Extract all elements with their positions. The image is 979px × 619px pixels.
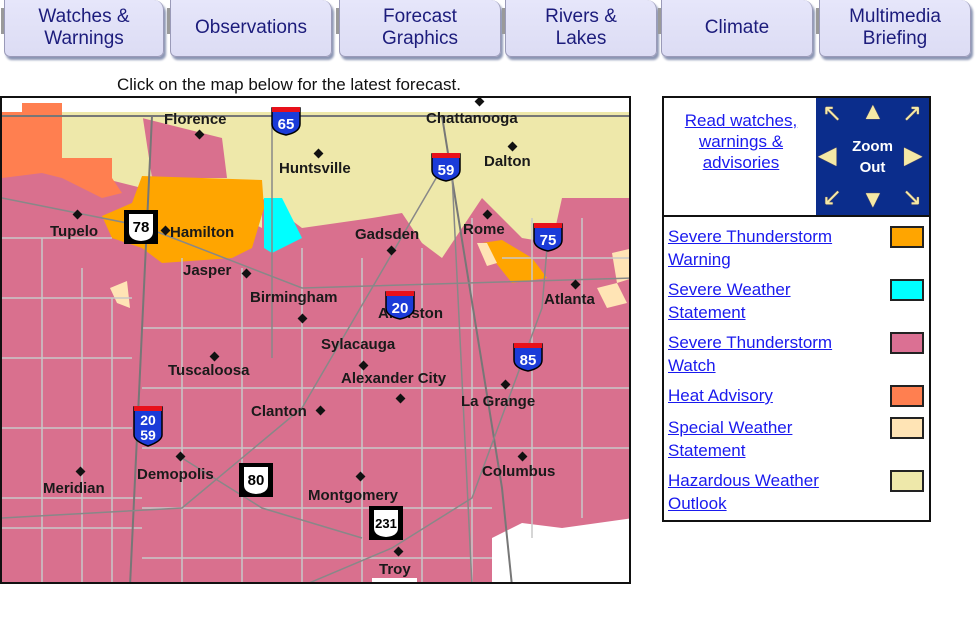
legend-link-severe-thunderstorm-warning[interactable]: Severe Thunderstorm Warning — [668, 227, 832, 269]
region-special-statement-atlanta — [597, 283, 627, 308]
city-la-grange[interactable]: La Grange — [461, 393, 535, 410]
city-atlanta[interactable]: Atlanta — [544, 291, 595, 308]
legend-item[interactable]: Severe Thunderstorm Watch — [668, 331, 868, 377]
pan-north-icon[interactable]: ▲ — [861, 100, 885, 124]
legend-item[interactable]: Special Weather Statement — [668, 416, 868, 462]
svg-text:59: 59 — [140, 427, 156, 443]
zoom-out-button[interactable]: Zoom Out — [816, 136, 929, 178]
region-special-statement-west — [110, 281, 130, 308]
city-florence[interactable]: Florence — [164, 111, 227, 128]
legend-item[interactable]: Severe Weather Statement — [668, 278, 868, 324]
city-tuscaloosa[interactable]: Tuscaloosa — [168, 362, 249, 379]
legend-swatch-moccasin — [890, 417, 924, 439]
legend-link-severe-thunderstorm-watch[interactable]: Severe Thunderstorm Watch — [668, 333, 832, 375]
region-none-south — [372, 578, 417, 582]
legend-link-special-weather-statement[interactable]: Special Weather Statement — [668, 418, 792, 460]
city-birmingham[interactable]: Birmingham — [250, 289, 338, 306]
map-instruction: Click on the map below for the latest fo… — [117, 75, 461, 94]
legend-link-heat-advisory[interactable]: Heat Advisory — [668, 386, 773, 405]
tab-watches-warnings[interactable]: Watches & Warnings — [1, 0, 164, 57]
city-demopolis[interactable]: Demopolis — [137, 466, 214, 483]
city-chattanooga[interactable]: Chattanooga — [426, 110, 518, 127]
city-tupelo[interactable]: Tupelo — [50, 223, 98, 240]
pan-southwest-icon[interactable]: ↙ — [822, 186, 842, 210]
legend-swatch-coral — [890, 385, 924, 407]
city-jasper[interactable]: Jasper — [183, 262, 231, 279]
city-hamilton[interactable]: Hamilton — [170, 224, 234, 241]
svg-text:75: 75 — [540, 232, 557, 249]
legend-link-hazardous-weather-outlook[interactable]: Hazardous Weather Outlook — [668, 471, 819, 513]
svg-text:65: 65 — [278, 116, 295, 133]
legend-panel: Read watches, warnings & advisories ↖ ▲ … — [662, 96, 931, 522]
read-watches-cell: Read watches, warnings & advisories — [666, 100, 816, 216]
legend-swatch-cyan — [890, 279, 924, 301]
city-troy[interactable]: Troy — [379, 561, 411, 578]
legend-swatch-pink — [890, 332, 924, 354]
read-watches-link[interactable]: Read watches, warnings & advisories — [685, 111, 797, 172]
svg-text:59: 59 — [438, 162, 455, 179]
svg-text:80: 80 — [248, 472, 265, 489]
nav-tabs: Watches & Warnings Observations Forecast… — [0, 0, 979, 62]
region-none — [2, 98, 629, 112]
legend-swatch-khaki — [890, 470, 924, 492]
city-huntsville[interactable]: Huntsville — [279, 160, 351, 177]
forecast-map[interactable]: Florence Huntsville Chattanooga Dalton T… — [0, 96, 631, 584]
panel-divider — [664, 215, 929, 217]
tab-rivers-lakes[interactable]: Rivers & Lakes — [502, 0, 657, 57]
pan-south-icon[interactable]: ▼ — [861, 188, 885, 212]
legend-item[interactable]: Heat Advisory — [668, 384, 868, 407]
svg-text:78: 78 — [133, 219, 150, 236]
city-gadsden[interactable]: Gadsden — [355, 226, 419, 243]
city-montgomery[interactable]: Montgomery — [308, 487, 398, 504]
svg-text:85: 85 — [520, 352, 537, 369]
tab-observations[interactable]: Observations — [167, 0, 332, 57]
pan-northeast-icon[interactable]: ↗ — [902, 102, 922, 126]
pan-southeast-icon[interactable]: ↘ — [902, 186, 922, 210]
city-meridian[interactable]: Meridian — [43, 480, 105, 497]
svg-text:231: 231 — [375, 516, 397, 531]
city-rome[interactable]: Rome — [463, 221, 505, 238]
city-alexander-city[interactable]: Alexander City — [341, 370, 446, 387]
legend-link-severe-weather-statement[interactable]: Severe Weather Statement — [668, 280, 791, 322]
legend-item[interactable]: Hazardous Weather Outlook — [668, 469, 868, 515]
legend-item[interactable]: Severe Thunderstorm Warning — [668, 225, 868, 271]
city-dalton[interactable]: Dalton — [484, 153, 531, 170]
svg-text:20: 20 — [140, 412, 156, 428]
tab-multimedia-briefing[interactable]: Multimedia Briefing — [816, 0, 971, 57]
zoom-control[interactable]: ↖ ▲ ↗ ◀ ▶ ↙ ▼ ↘ Zoom Out — [816, 98, 929, 215]
tab-climate[interactable]: Climate — [658, 0, 813, 57]
pan-northwest-icon[interactable]: ↖ — [822, 102, 842, 126]
city-columbus[interactable]: Columbus — [482, 463, 555, 480]
tab-forecast-graphics[interactable]: Forecast Graphics — [336, 0, 501, 57]
legend-swatch-orange — [890, 226, 924, 248]
region-none-southeast — [492, 518, 629, 582]
city-sylacauga[interactable]: Sylacauga — [321, 336, 395, 353]
city-clanton[interactable]: Clanton — [251, 403, 307, 420]
svg-text:20: 20 — [392, 300, 409, 317]
